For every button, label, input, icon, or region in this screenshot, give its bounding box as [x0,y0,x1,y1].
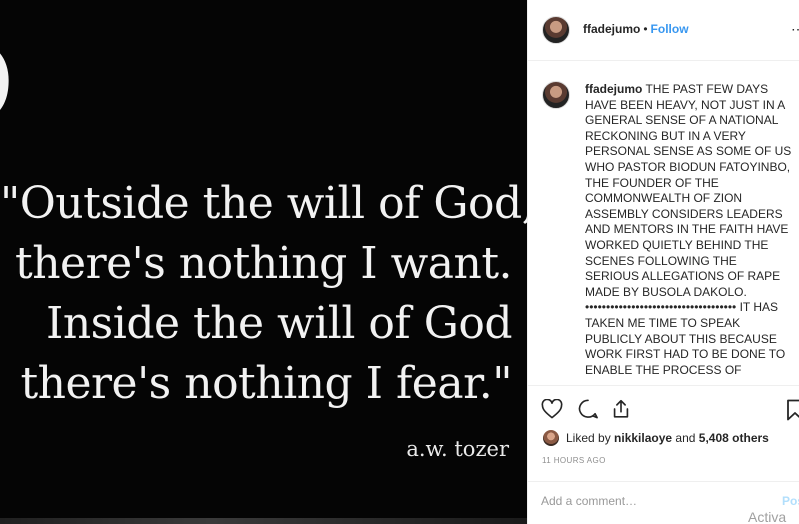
post-header: ffadejumo•Follow ⋯ [528,0,799,61]
post-comment-button[interactable]: Post [782,494,799,508]
header-user-row: ffadejumo • Follow [583,22,689,36]
avatar[interactable] [542,16,570,44]
post-side-panel: ffadejumo•Follow ⋯ ffadejumo THE PAST FE… [527,0,799,524]
quote-text: "Outside the will of God, there's nothin… [0,174,527,414]
comment-input[interactable] [541,494,761,508]
likes-middle: and [675,431,696,445]
large-quote-mark-art [0,53,9,110]
quote-author: a.w. tozer [406,437,509,461]
liker-username[interactable]: nikkilaoye [614,431,672,445]
quote-line-2: there's nothing I want. [15,238,512,289]
header-username[interactable]: ffadejumo [583,22,640,36]
caption-section: ffadejumo THE PAST FEW DAYS HAVE BEEN HE… [528,61,799,384]
likes-summary: Liked by nikkilaoye and 5,408 others [566,431,769,445]
caption-avatar[interactable] [542,81,570,109]
heart-icon[interactable] [541,399,563,419]
post-actions: Liked by nikkilaoye and 5,408 others 11 … [528,385,799,482]
quote-line-3: Inside the will of God [45,298,513,349]
caption-username[interactable]: ffadejumo [585,82,642,96]
header-separator: • [643,22,648,36]
post-image[interactable]: "Outside the will of God, there's nothin… [0,0,527,524]
share-icon[interactable] [610,398,632,420]
more-options-icon[interactable]: ⋯ [791,21,799,38]
follow-button[interactable]: Follow [651,22,689,36]
quote-line-4: there's nothing I fear." [20,358,512,409]
caption-body: THE PAST FEW DAYS HAVE BEEN HEAVY, NOT J… [585,82,792,377]
likes-prefix: Liked by [566,431,611,445]
comment-icon[interactable] [577,399,599,419]
comment-section: Post Activa [528,481,799,524]
quote-line-1: "Outside the will of God, [0,178,527,229]
os-activation-watermark: Activa [748,509,787,524]
caption-text: ffadejumo THE PAST FEW DAYS HAVE BEEN HE… [585,82,792,378]
likes-count-link[interactable]: 5,408 others [699,431,769,445]
image-bottom-strip [0,518,527,524]
liker-avatar[interactable] [543,430,559,446]
bookmark-icon[interactable] [786,399,799,421]
post-timestamp: 11 HOURS AGO [542,456,606,465]
